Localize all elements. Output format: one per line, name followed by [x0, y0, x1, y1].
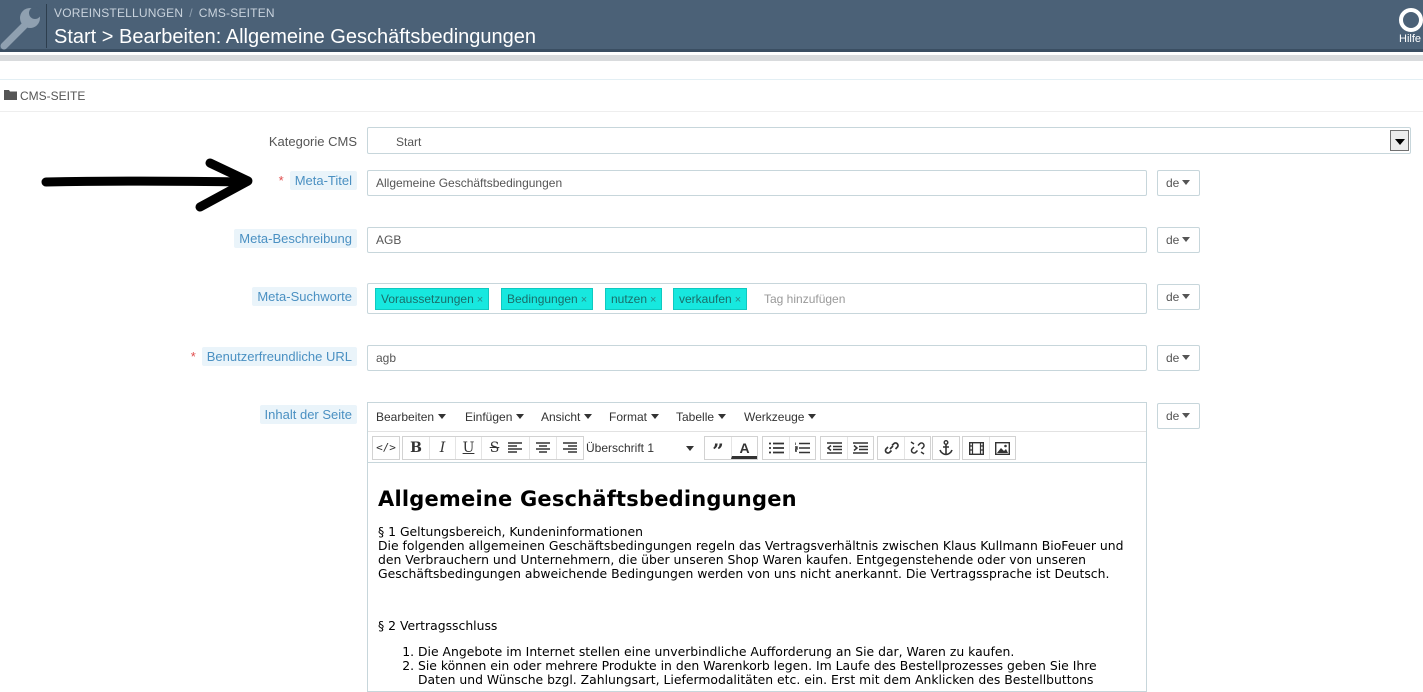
- block-format-value: Überschrift 1: [586, 441, 655, 455]
- folder-icon: [4, 90, 17, 100]
- page-title: Start > Bearbeiten: Allgemeine Geschäfts…: [54, 26, 536, 48]
- meta-description-lang-button[interactable]: de: [1157, 227, 1200, 253]
- editor-content[interactable]: Allgemeine Geschäftsbedingungen § 1 Gelt…: [378, 463, 1138, 687]
- chevron-down-icon: [686, 446, 694, 451]
- bullet-list-icon[interactable]: [763, 437, 789, 459]
- caret-down-icon: [1182, 294, 1191, 299]
- lang-label: de: [1166, 290, 1180, 304]
- menu-insert[interactable]: Einfügen: [465, 410, 525, 424]
- caret-down-icon: [1182, 237, 1191, 242]
- indent-icon[interactable]: [847, 437, 873, 459]
- panel-title: CMS-SEITE: [20, 89, 86, 103]
- media-icon[interactable]: [963, 437, 989, 459]
- align-right-icon[interactable]: [556, 437, 582, 459]
- content-label-wrap: Inhalt der Seite: [259, 405, 357, 424]
- underline-icon[interactable]: U: [455, 437, 481, 459]
- tag-placeholder[interactable]: Tag hinzufügen: [764, 292, 845, 306]
- section-2-list: Die Angebote im Internet stellen eine un…: [378, 645, 1138, 687]
- category-value: Start: [396, 135, 422, 149]
- lang-label: de: [1166, 233, 1180, 247]
- link-icon[interactable]: [878, 437, 904, 459]
- content-label[interactable]: Inhalt der Seite: [259, 405, 357, 424]
- keyword-tag: Voraussetzungen ×: [375, 288, 490, 310]
- anchor-icon[interactable]: [933, 437, 959, 459]
- editor-toolbar: </> B I U S Überschrift 1 ” A: [368, 432, 1146, 463]
- content-lang-button[interactable]: de: [1157, 403, 1200, 429]
- section-1-body: Die folgenden allgemeinen Geschäftsbedin…: [378, 538, 1124, 581]
- panel-heading: CMS-SEITE: [0, 79, 1423, 112]
- editor-menubar: Bearbeiten Einfügen Ansicht Format Tabel…: [368, 403, 1146, 432]
- meta-title-label[interactable]: Meta-Titel: [289, 171, 357, 190]
- remove-tag-icon[interactable]: ×: [735, 294, 741, 306]
- menu-view[interactable]: Ansicht: [541, 410, 593, 424]
- unlink-icon[interactable]: [904, 437, 930, 459]
- blockquote-icon[interactable]: ”: [705, 437, 731, 463]
- list-item: Sie können ein oder mehrere Produkte in …: [418, 659, 1138, 687]
- block-format-select[interactable]: Überschrift 1: [582, 436, 700, 460]
- remove-tag-icon[interactable]: ×: [477, 294, 483, 306]
- source-code-icon[interactable]: </>: [373, 437, 399, 459]
- menu-edit[interactable]: Bearbeiten: [376, 410, 447, 424]
- meta-keywords-tag-input[interactable]: Voraussetzungen × Bedingungen × nutzen × ve…: [367, 283, 1147, 314]
- caret-down-icon: [1182, 355, 1191, 360]
- help-button[interactable]: Hilfe: [1395, 6, 1423, 46]
- numbered-list-icon[interactable]: [789, 437, 815, 459]
- section-1-title: § 1 Geltungsbereich, Kundeninformationen: [378, 524, 643, 539]
- meta-description-label-wrap: Meta-Beschreibung: [234, 229, 357, 248]
- friendly-url-lang-button[interactable]: de: [1157, 345, 1200, 371]
- align-center-icon[interactable]: [529, 437, 555, 459]
- menu-format[interactable]: Format: [609, 410, 660, 424]
- category-select[interactable]: Start: [367, 127, 1411, 154]
- remove-tag-icon[interactable]: ×: [581, 294, 587, 306]
- image-icon[interactable]: [989, 437, 1015, 459]
- menu-tools[interactable]: Werkzeuge: [744, 410, 817, 424]
- lang-label: de: [1166, 409, 1180, 423]
- document-heading: Allgemeine Geschäftsbedingungen: [378, 487, 797, 511]
- chevron-down-icon[interactable]: [1390, 130, 1409, 151]
- friendly-url-input[interactable]: agb: [367, 345, 1147, 371]
- caret-down-icon: [1182, 180, 1191, 185]
- keyword-tag: Bedingungen ×: [501, 288, 594, 310]
- lifebuoy-icon: [1399, 8, 1423, 32]
- outdent-icon[interactable]: [821, 437, 847, 459]
- keyword-tag: verkaufen ×: [673, 288, 748, 310]
- lang-label: de: [1166, 176, 1180, 190]
- italic-icon[interactable]: I: [429, 437, 455, 459]
- meta-title-input[interactable]: Allgemeine Geschäftsbedingungen: [367, 170, 1147, 196]
- annotation-arrow-icon: [41, 158, 253, 212]
- list-item: Die Angebote im Internet stellen eine un…: [418, 645, 1138, 659]
- category-label: Kategorie CMS: [268, 134, 357, 149]
- meta-keywords-lang-button[interactable]: de: [1157, 284, 1200, 310]
- section-2-title: § 2 Vertragsschluss: [378, 618, 498, 633]
- bold-icon[interactable]: B: [403, 437, 429, 459]
- meta-title-label-wrap: * Meta-Titel: [278, 171, 357, 190]
- meta-description-label[interactable]: Meta-Beschreibung: [234, 229, 357, 248]
- meta-description-input[interactable]: AGB: [367, 227, 1147, 253]
- help-label: Hilfe: [1399, 33, 1422, 45]
- caret-down-icon: [1182, 413, 1191, 418]
- align-left-icon[interactable]: [502, 437, 528, 459]
- friendly-url-label[interactable]: Benutzerfreundliche URL: [201, 347, 357, 366]
- lang-label: de: [1166, 351, 1180, 365]
- breadcrumb-item-cms-pages[interactable]: CMS-SEITEN: [199, 6, 275, 20]
- text-color-icon[interactable]: A: [731, 437, 757, 459]
- menu-table[interactable]: Tabelle: [676, 410, 727, 424]
- meta-keywords-label[interactable]: Meta-Suchworte: [252, 287, 357, 306]
- header-divider: [0, 55, 1423, 61]
- breadcrumb: VOREINSTELLUNGEN / CMS-SEITEN: [54, 6, 275, 20]
- meta-keywords-label-wrap: Meta-Suchworte: [252, 287, 357, 306]
- required-marker: *: [278, 173, 284, 188]
- page-header: VOREINSTELLUNGEN / CMS-SEITEN Start > Bear…: [0, 0, 1423, 52]
- wrench-icon: [0, 7, 41, 50]
- friendly-url-label-wrap: * Benutzerfreundliche URL: [190, 347, 357, 366]
- rich-text-editor: Bearbeiten Einfügen Ansicht Format Tabel…: [367, 402, 1147, 692]
- breadcrumb-item-preferences[interactable]: VOREINSTELLUNGEN: [54, 6, 183, 20]
- keyword-tag: nutzen ×: [605, 288, 663, 310]
- remove-tag-icon[interactable]: ×: [650, 294, 656, 306]
- meta-title-lang-button[interactable]: de: [1157, 170, 1200, 196]
- required-marker: *: [190, 349, 196, 364]
